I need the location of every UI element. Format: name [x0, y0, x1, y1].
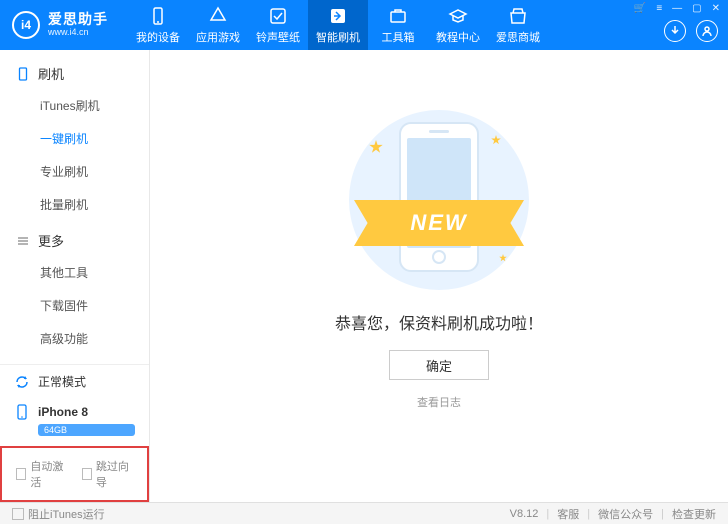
tools-icon [388, 6, 408, 26]
nav-tab-label: 铃声壁纸 [256, 29, 300, 45]
nav-tab-edu[interactable]: 教程中心 [428, 0, 488, 50]
maximize-button[interactable]: ▢ [690, 3, 703, 14]
sidebar-item[interactable]: 一键刷机 [0, 122, 149, 155]
sidebar-item[interactable]: 高级功能 [0, 322, 149, 355]
device-name: iPhone 8 [38, 405, 88, 419]
nav-tab-label: 应用游戏 [196, 29, 240, 45]
menu-icon [16, 234, 30, 248]
sidebar-item[interactable]: 专业刷机 [0, 155, 149, 188]
brand-url: www.i4.cn [48, 28, 108, 38]
new-ribbon: NEW [354, 200, 524, 246]
nav-tab-flash[interactable]: 智能刷机 [308, 0, 368, 50]
skip-guide-checkbox[interactable]: 跳过向导 [82, 458, 134, 490]
nav-tab-label: 教程中心 [436, 29, 480, 45]
refresh-icon [14, 374, 30, 390]
app-logo: i4 爱思助手 www.i4.cn [0, 11, 120, 39]
store-icon [508, 6, 528, 26]
device-storage-badge: 64GB [38, 424, 135, 436]
phone-icon [14, 404, 30, 420]
sidebar-section-title: 刷机 [38, 64, 64, 83]
success-message: 恭喜您，保资料刷机成功啦！ [335, 310, 543, 334]
block-itunes-checkbox[interactable]: 阻止iTunes运行 [12, 506, 105, 522]
nav-tab-store[interactable]: 爱思商城 [488, 0, 548, 50]
ring-icon [268, 6, 288, 26]
auto-activate-checkbox[interactable]: 自动激活 [16, 458, 68, 490]
settings-icon[interactable]: ≡ [654, 3, 664, 14]
sidebar-section-header[interactable]: 更多 [0, 221, 149, 256]
edu-icon [448, 6, 468, 26]
nav-tab-label: 工具箱 [382, 29, 415, 45]
cart-icon[interactable]: 🛒 [632, 3, 648, 14]
nav-tab-label: 爱思商城 [496, 29, 540, 45]
sidebar-item[interactable]: 批量刷机 [0, 188, 149, 221]
sidebar-section-title: 更多 [38, 231, 64, 250]
version-label: V8.12 [510, 508, 539, 520]
nav-tab-ring[interactable]: 铃声壁纸 [248, 0, 308, 50]
status-link-wechat[interactable]: 微信公众号 [598, 506, 653, 522]
sidebar-section-header[interactable]: 刷机 [0, 54, 149, 89]
nav-tab-label: 智能刷机 [316, 29, 360, 45]
device-mode[interactable]: 正常模式 [0, 365, 149, 398]
device-mode-label: 正常模式 [38, 373, 86, 390]
apps-icon [208, 6, 228, 26]
sidebar-item[interactable]: iTunes刷机 [0, 89, 149, 122]
sidebar-item[interactable]: 其他工具 [0, 256, 149, 289]
bottom-options-highlight: 自动激活 跳过向导 [0, 446, 149, 502]
nav-tab-label: 我的设备 [136, 29, 180, 45]
view-log-link[interactable]: 查看日志 [417, 394, 461, 410]
flash-icon [328, 6, 348, 26]
device-small-icon [16, 67, 30, 81]
device-item[interactable]: iPhone 8 64GB [0, 398, 149, 446]
close-button[interactable]: ✕ [710, 3, 722, 14]
status-link-update[interactable]: 检查更新 [672, 506, 716, 522]
brand-name: 爱思助手 [48, 12, 108, 27]
minimize-button[interactable]: — [670, 3, 684, 14]
nav-tab-tools[interactable]: 工具箱 [368, 0, 428, 50]
user-button[interactable] [696, 20, 718, 42]
success-illustration: NEW [329, 110, 549, 290]
device-icon [148, 6, 168, 26]
sidebar-item[interactable]: 下载固件 [0, 289, 149, 322]
nav-tab-device[interactable]: 我的设备 [128, 0, 188, 50]
logo-icon: i4 [12, 11, 40, 39]
status-link-support[interactable]: 客服 [557, 506, 579, 522]
confirm-button[interactable]: 确定 [389, 350, 489, 380]
nav-tab-apps[interactable]: 应用游戏 [188, 0, 248, 50]
download-button[interactable] [664, 20, 686, 42]
